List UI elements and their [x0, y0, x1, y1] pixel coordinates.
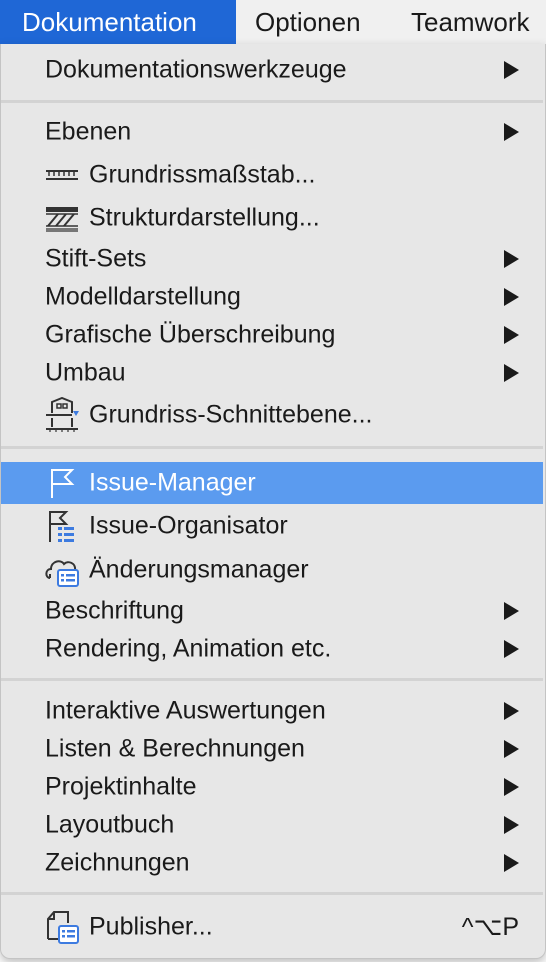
menu-item-publisher[interactable]: Publisher... ^⌥P	[1, 908, 543, 946]
menu-item-label: Issue-Manager	[89, 468, 256, 497]
menu-item-label: Issue-Organisator	[89, 511, 288, 540]
menu-item-label: Ebenen	[45, 117, 132, 146]
menu-item-ebenen[interactable]: Ebenen	[1, 113, 543, 151]
menu-item-label: Zeichnungen	[45, 848, 190, 877]
menu-item-label: Listen & Berechnungen	[45, 734, 305, 763]
submenu-arrow-icon	[504, 816, 519, 834]
cloud-list-icon	[44, 552, 80, 588]
menu-item-label: Änderungsmanager	[89, 555, 309, 584]
menu-item-label: Modelldarstellung	[45, 282, 241, 311]
menu-bar: Dokumentation Optionen Teamwork	[0, 0, 546, 44]
menu-item-label: Umbau	[45, 358, 126, 387]
flag-list-icon	[44, 508, 80, 544]
hatch-pattern-icon	[44, 200, 80, 236]
menu-separator	[1, 678, 543, 681]
menu-item-label: Layoutbuch	[45, 810, 175, 839]
menu-item-issue-manager[interactable]: Issue-Manager	[1, 462, 543, 504]
menu-item-label: Grundriss-Schnittebene...	[89, 400, 373, 429]
submenu-arrow-icon	[504, 288, 519, 306]
menu-item-zeichnungen[interactable]: Zeichnungen	[1, 844, 543, 882]
menu-item-grafische-ueberschreibung[interactable]: Grafische Überschreibung	[1, 316, 543, 354]
menu-item-label: Interaktive Auswertungen	[45, 696, 326, 725]
menu-item-aenderungsmanager[interactable]: Änderungsmanager	[1, 551, 543, 589]
menu-separator	[1, 446, 543, 449]
menu-item-grundrissmassstab[interactable]: Grundrissmaßstab...	[1, 156, 543, 194]
menu-item-label: Beschriftung	[45, 596, 184, 625]
keyboard-shortcut: ^⌥P	[461, 913, 519, 941]
menu-item-label: Rendering, Animation etc.	[45, 634, 332, 663]
flag-icon	[44, 465, 80, 501]
submenu-arrow-icon	[504, 123, 519, 141]
menu-item-dokumentationswerkzeuge[interactable]: Dokumentationswerkzeuge	[1, 51, 543, 89]
menu-item-label: Stift-Sets	[45, 244, 147, 273]
menu-item-interaktive-auswertungen[interactable]: Interaktive Auswertungen	[1, 692, 543, 730]
submenu-arrow-icon	[504, 640, 519, 658]
submenu-arrow-icon	[504, 326, 519, 344]
menu-item-stift-sets[interactable]: Stift-Sets	[1, 240, 543, 278]
building-cut-plane-icon	[44, 396, 80, 433]
menubar-optionen[interactable]: Optionen	[255, 0, 361, 44]
menu-item-label: Publisher...	[89, 912, 213, 941]
menu-item-label: Dokumentationswerkzeuge	[45, 55, 347, 84]
submenu-arrow-icon	[504, 364, 519, 382]
menu-item-label: Strukturdarstellung...	[89, 203, 320, 232]
menu-item-strukturdarstellung[interactable]: Strukturdarstellung...	[1, 199, 543, 237]
submenu-arrow-icon	[504, 61, 519, 79]
menu-separator	[1, 892, 543, 895]
submenu-arrow-icon	[504, 854, 519, 872]
menubar-dokumentation[interactable]: Dokumentation	[0, 0, 236, 44]
menu-item-rendering[interactable]: Rendering, Animation etc.	[1, 630, 543, 668]
menu-item-listen-berechnungen[interactable]: Listen & Berechnungen	[1, 730, 543, 768]
menu-item-label: Grundrissmaßstab...	[89, 160, 316, 189]
menu-item-projektinhalte[interactable]: Projektinhalte	[1, 768, 543, 806]
ruler-icon	[44, 157, 80, 193]
menu-item-beschriftung[interactable]: Beschriftung	[1, 592, 543, 630]
menu-item-layoutbuch[interactable]: Layoutbuch	[1, 806, 543, 844]
dokumentation-menu: Dokumentationswerkzeuge Ebenen Grundriss…	[0, 44, 546, 959]
menu-item-umbau[interactable]: Umbau	[1, 354, 543, 392]
submenu-arrow-icon	[504, 602, 519, 620]
submenu-arrow-icon	[504, 250, 519, 268]
submenu-arrow-icon	[504, 778, 519, 796]
submenu-arrow-icon	[504, 702, 519, 720]
menu-item-label: Projektinhalte	[45, 772, 197, 801]
menu-separator	[1, 100, 543, 103]
publisher-icon	[44, 909, 80, 945]
menu-item-label: Grafische Überschreibung	[45, 320, 336, 349]
menu-item-grundriss-schnittebene[interactable]: Grundriss-Schnittebene...	[1, 396, 543, 434]
menu-item-modelldarstellung[interactable]: Modelldarstellung	[1, 278, 543, 316]
submenu-arrow-icon	[504, 740, 519, 758]
menu-item-issue-organisator[interactable]: Issue-Organisator	[1, 507, 543, 545]
menubar-teamwork[interactable]: Teamwork	[411, 0, 529, 44]
